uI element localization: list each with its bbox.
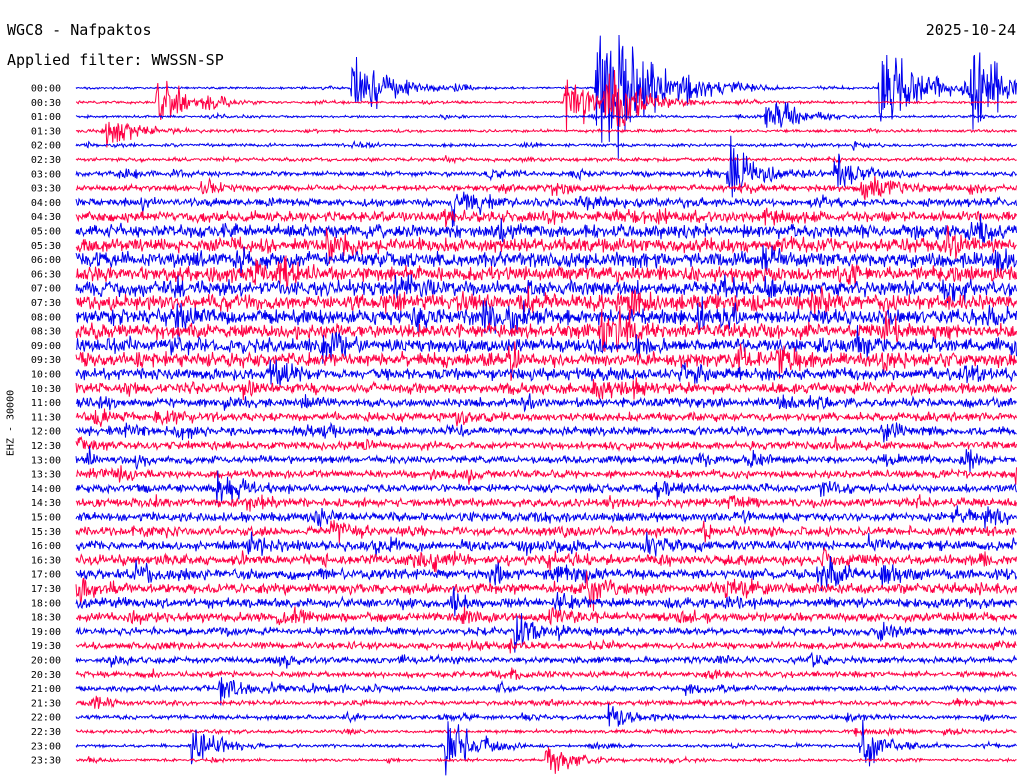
trace-row-0030 bbox=[75, 69, 1017, 131]
trace-row-1600 bbox=[75, 531, 1017, 558]
row-time-label: 02:30 bbox=[31, 155, 61, 166]
trace-row-1530 bbox=[75, 520, 1017, 544]
row-time-label: 02:00 bbox=[31, 141, 61, 152]
trace-row-1930 bbox=[75, 638, 1017, 654]
row-time-label: 09:00 bbox=[31, 341, 61, 352]
trace-row-2000 bbox=[75, 651, 1017, 669]
trace-row-1500 bbox=[75, 505, 1017, 529]
row-time-label: 06:30 bbox=[31, 269, 61, 280]
row-time-label: 13:00 bbox=[31, 455, 61, 466]
row-time-label: 14:30 bbox=[31, 498, 61, 509]
trace-row-0200 bbox=[75, 139, 1017, 151]
row-time-label: 04:30 bbox=[31, 212, 61, 223]
trace-row-2130 bbox=[75, 695, 1017, 709]
row-time-label: 14:00 bbox=[31, 484, 61, 495]
row-time-label: 05:00 bbox=[31, 227, 61, 238]
row-time-label: 07:00 bbox=[31, 284, 61, 295]
trace-row-1130 bbox=[75, 408, 1017, 427]
row-time-label: 12:00 bbox=[31, 427, 61, 438]
row-time-label: 18:30 bbox=[31, 613, 61, 624]
row-time-label: 00:00 bbox=[31, 84, 61, 95]
helicorder-plot: 00:00 00:30 01:00 01:30 02:00 02:30 03:00 03:30… bbox=[31, 34, 1017, 776]
trace-row-1100 bbox=[75, 393, 1017, 413]
row-time-label: 03:30 bbox=[31, 184, 61, 195]
row-time-label: 11:30 bbox=[31, 412, 61, 423]
row-time-label: 16:00 bbox=[31, 541, 61, 552]
trace-row-1230 bbox=[75, 436, 1017, 452]
row-time-label: 15:00 bbox=[31, 513, 61, 524]
row-time-label: 20:00 bbox=[31, 656, 61, 667]
row-time-label: 15:30 bbox=[31, 527, 61, 538]
row-time-label: 22:30 bbox=[31, 727, 61, 738]
row-time-label: 01:00 bbox=[31, 112, 61, 123]
trace-row-2230 bbox=[75, 726, 1017, 737]
row-time-label: 23:00 bbox=[31, 741, 61, 752]
row-time-label: 06:00 bbox=[31, 255, 61, 266]
trace-row-1000 bbox=[75, 359, 1017, 388]
row-time-label: 07:30 bbox=[31, 298, 61, 309]
row-time-label: 19:30 bbox=[31, 641, 61, 652]
trace-row-1630 bbox=[75, 546, 1017, 573]
row-time-label: 10:00 bbox=[31, 370, 61, 381]
trace-row-0330 bbox=[75, 176, 1017, 201]
trace-row-2300 bbox=[75, 719, 1017, 776]
row-time-label: 11:00 bbox=[31, 398, 61, 409]
row-time-label: 21:30 bbox=[31, 698, 61, 709]
trace-row-2030 bbox=[75, 667, 1017, 680]
row-time-label: 16:30 bbox=[31, 555, 61, 566]
trace-row-0230 bbox=[75, 155, 1017, 165]
row-time-label: 17:30 bbox=[31, 584, 61, 595]
row-time-label: 19:00 bbox=[31, 627, 61, 638]
trace-row-1830 bbox=[76, 606, 1017, 626]
row-time-label: 04:00 bbox=[31, 198, 61, 209]
trace-row-1300 bbox=[75, 445, 1017, 473]
trace-row-1200 bbox=[75, 421, 1017, 443]
trace-row-0000 bbox=[75, 34, 1017, 159]
row-time-label: 05:30 bbox=[31, 241, 61, 252]
row-time-label: 08:30 bbox=[31, 327, 61, 338]
row-time-label: 21:00 bbox=[31, 684, 61, 695]
row-time-label: 18:00 bbox=[31, 598, 61, 609]
row-time-label: 01:30 bbox=[31, 126, 61, 137]
trace-layer bbox=[75, 34, 1017, 776]
row-time-label: 12:30 bbox=[31, 441, 61, 452]
row-time-label: 00:30 bbox=[31, 98, 61, 109]
row-time-label: 20:30 bbox=[31, 670, 61, 681]
trace-row-2200 bbox=[75, 703, 1017, 727]
row-time-label: 08:00 bbox=[31, 312, 61, 323]
row-time-label: 17:00 bbox=[31, 570, 61, 581]
row-time-label: 23:30 bbox=[31, 756, 61, 767]
trace-row-0500 bbox=[75, 213, 1017, 243]
row-time-label: 09:30 bbox=[31, 355, 61, 366]
row-time-label: 03:00 bbox=[31, 169, 61, 180]
trace-row-1030 bbox=[75, 377, 1017, 401]
row-time-label: 10:30 bbox=[31, 384, 61, 395]
row-time-label: 22:00 bbox=[31, 713, 61, 724]
row-time-label: 13:30 bbox=[31, 470, 61, 481]
trace-row-0400 bbox=[75, 191, 1017, 228]
tick-label-layer: 00:00 00:30 01:00 01:30 02:00 02:30 03:00 03:30… bbox=[31, 84, 61, 767]
trace-row-0430 bbox=[75, 207, 1017, 228]
